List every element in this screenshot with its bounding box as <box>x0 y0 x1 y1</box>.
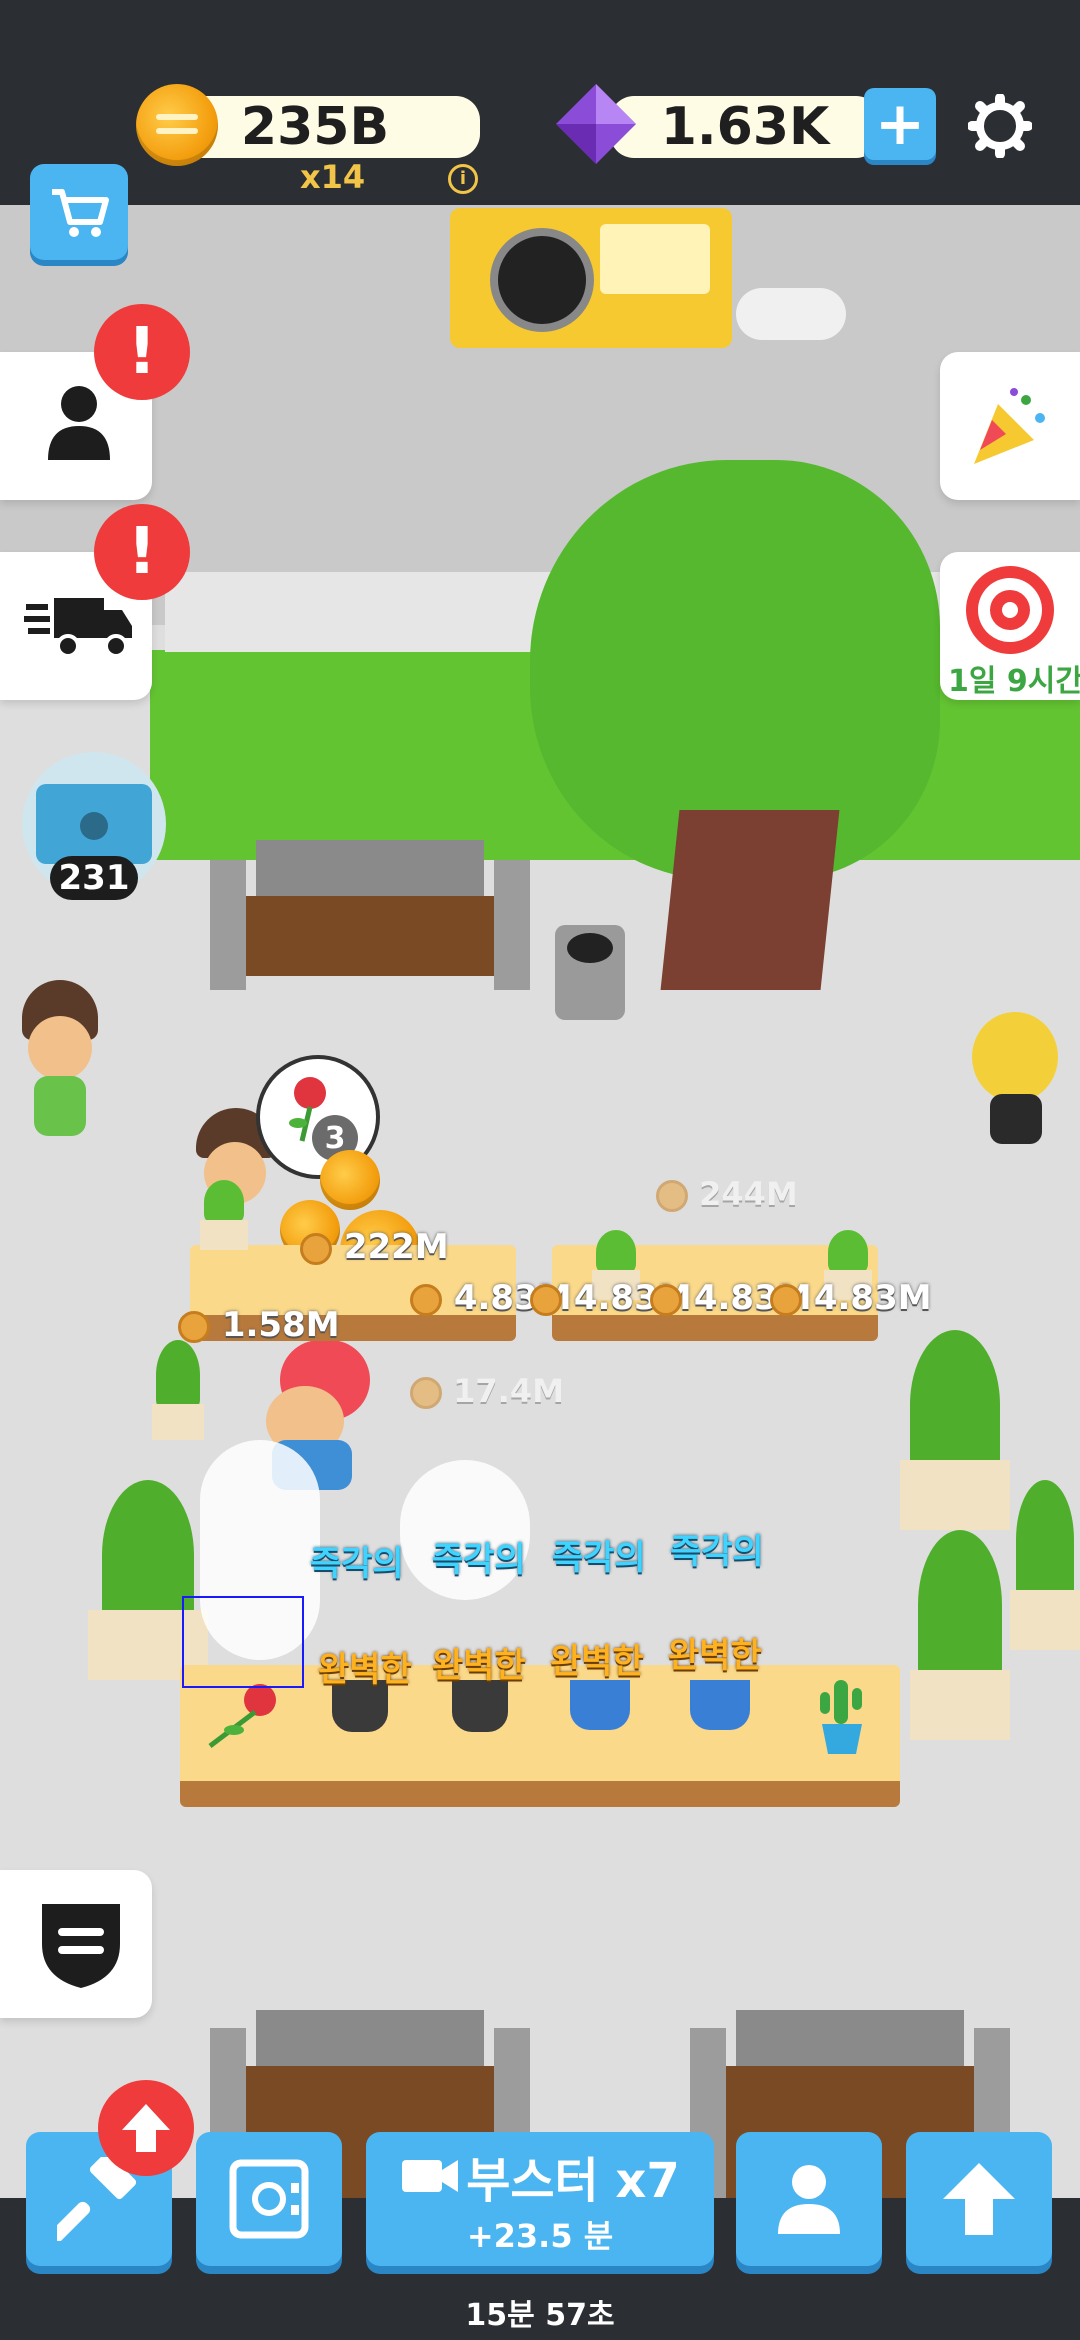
cart-icon <box>52 189 109 237</box>
plant-pot[interactable] <box>570 1680 630 1730</box>
delivery-truck-icon <box>24 598 132 658</box>
large-potted-plant[interactable] <box>900 1330 1010 1530</box>
potted-plant[interactable] <box>150 1340 206 1440</box>
selection-box <box>182 1596 304 1688</box>
large-potted-plant[interactable] <box>910 1530 1010 1740</box>
gem-icon <box>556 84 636 164</box>
coin-balance-text: 235B <box>240 97 390 157</box>
booster-button[interactable]: 부스터 x7 +23.5 분 <box>366 2132 714 2266</box>
perfect-label: 완벽한 <box>432 1646 526 1686</box>
upgrade-alert-badge <box>98 2080 194 2176</box>
instant-label: 즉각의 <box>432 1540 526 1580</box>
party-popper-icon <box>974 388 1045 464</box>
plant-pot[interactable] <box>452 1680 508 1732</box>
shield-icon <box>42 1904 120 1988</box>
cactus-icon[interactable] <box>812 1676 872 1756</box>
customer-left <box>22 980 98 1140</box>
plant-pot[interactable] <box>690 1680 750 1730</box>
instant-label: 즉각의 <box>552 1538 646 1578</box>
event-timer: 1일 9시간 <box>948 664 1080 699</box>
goal-event-button[interactable]: 1일 9시간 <box>940 552 1080 700</box>
video-icon <box>402 2160 459 2192</box>
arrow-up-icon <box>943 2163 1015 2235</box>
info-icon[interactable]: i <box>448 164 478 194</box>
alert-badge: ! <box>94 304 190 400</box>
profile-button[interactable] <box>736 2132 882 2266</box>
booster-sub: +23.5 분 <box>466 2217 614 2255</box>
chest-count: 231 <box>50 856 138 900</box>
floating-income: 222M <box>300 1227 449 1267</box>
gem-balance-text: 1.63K <box>660 97 830 157</box>
shop-cart-button[interactable] <box>30 164 128 260</box>
instant-label: 즉각의 <box>310 1544 404 1584</box>
perfect-label: 완벽한 <box>318 1650 412 1690</box>
coin-multiplier: x14 <box>300 158 366 196</box>
floating-income: 244M <box>656 1175 798 1213</box>
floating-income: 4.83M <box>770 1278 932 1318</box>
vault-button[interactable] <box>196 2132 342 2266</box>
party-event-button[interactable] <box>940 352 1080 500</box>
bench-top <box>210 840 530 990</box>
floating-income: 1.58M <box>178 1305 340 1345</box>
alert-badge: ! <box>94 504 190 600</box>
person-icon <box>48 386 110 460</box>
exhaust-smoke <box>736 288 846 340</box>
add-gems-button[interactable]: + <box>864 88 936 160</box>
perfect-label: 완벽한 <box>668 1636 762 1676</box>
booster-timer: 15분 57초 <box>465 2298 615 2333</box>
perfect-label: 완벽한 <box>550 1642 644 1682</box>
tree-trunk <box>660 810 840 990</box>
customer-right <box>972 1012 1058 1152</box>
gem-balance: 1.63K <box>610 96 880 158</box>
coin-boost-button[interactable] <box>0 1870 152 2018</box>
safe-icon <box>229 2159 309 2239</box>
potted-plant[interactable] <box>196 1180 252 1250</box>
level-up-button[interactable] <box>906 2132 1052 2266</box>
rose-item-icon[interactable] <box>200 1680 290 1750</box>
booster-label: 부스터 x7 <box>466 2153 680 2209</box>
trash-can <box>555 925 625 1020</box>
target-icon <box>966 566 1054 654</box>
coin-icon <box>136 84 218 166</box>
arrow-up-icon <box>122 2104 170 2152</box>
floating-income: 17.4M <box>410 1372 564 1410</box>
person-icon <box>778 2165 840 2234</box>
yellow-car <box>450 208 732 348</box>
gear-icon[interactable] <box>968 94 1032 158</box>
large-potted-plant[interactable] <box>1010 1480 1080 1660</box>
instant-label: 즉각의 <box>670 1532 764 1572</box>
